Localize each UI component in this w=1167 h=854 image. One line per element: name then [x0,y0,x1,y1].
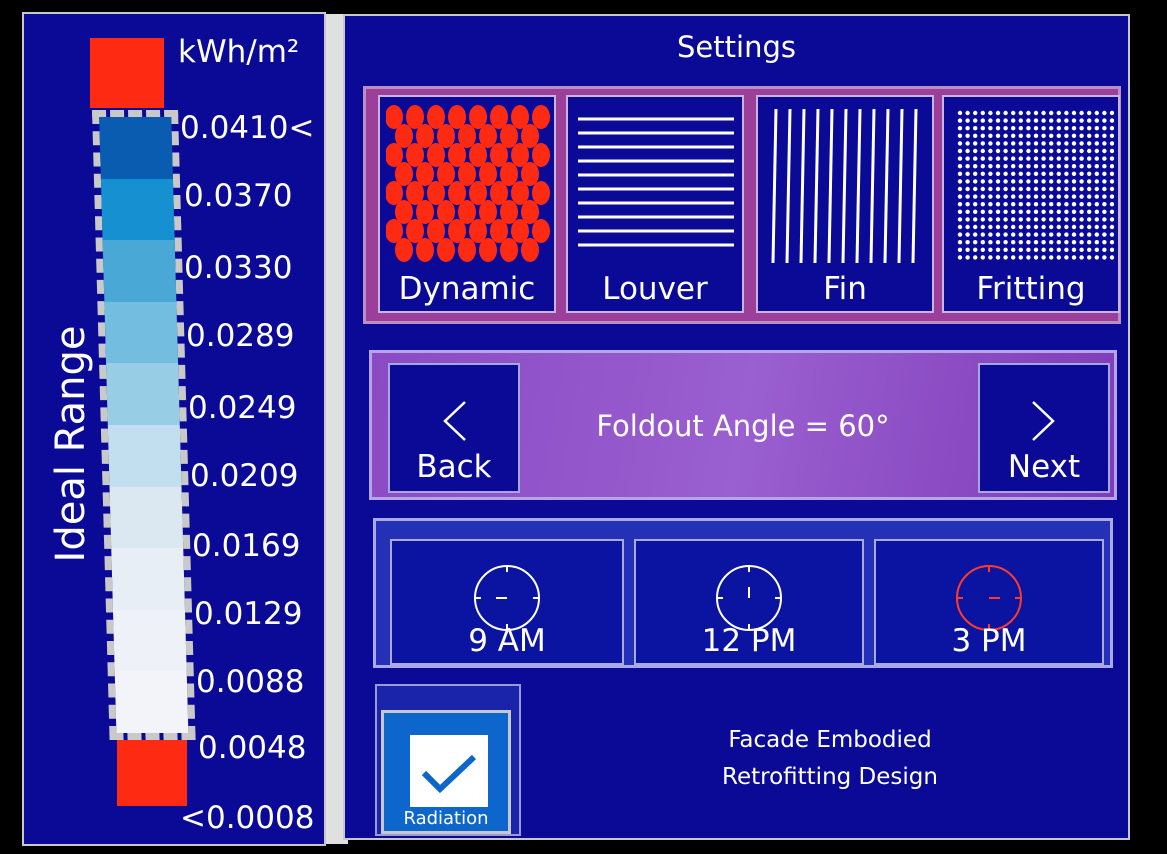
fritting-pattern-icon [957,110,1114,260]
time-3pm-label: 3 PM [951,623,1027,659]
legend-tick-label: 0.0249 [188,390,297,426]
dynamic-label: Dynamic [398,271,536,307]
caption-line-1: Facade Embodied [728,727,932,753]
legend-tick-label: 0.0209 [190,458,299,494]
foldout-angle-bar: Back Foldout Angle = 60° Next [369,350,1117,500]
time-of-day-bar: 9 AM 12 PM 3 PM [373,518,1113,668]
ideal-range-label: Ideal Range [48,325,94,563]
time-12pm-button[interactable]: 12 PM [634,539,864,665]
fritting-label: Fritting [976,271,1086,307]
louver-button[interactable]: Louver [566,95,744,313]
legend-swatch [114,671,189,733]
legend-tick-label: 0.0129 [194,596,303,632]
legend-tick-label: 0.0370 [184,178,293,214]
radiation-label: Radiation [403,808,489,829]
radiation-toggle[interactable]: Radiation [381,710,511,834]
ideal-range-scale [92,110,196,740]
fin-pattern-icon [771,108,918,263]
legend-tick-label: 0.0289 [186,318,295,354]
fritting-button[interactable]: Fritting [942,95,1120,313]
legend-swatch [109,486,184,549]
radiation-checkbox[interactable] [410,735,488,807]
legend-tick-label: <0.0008 [180,800,315,836]
caption-line-2: Retrofitting Design [722,764,938,790]
facade-type-bar: Dynamic Louver Fin Fritting [363,86,1121,324]
legend-swatch [112,609,187,672]
under-range-swatch [117,740,187,806]
louver-label: Louver [602,271,708,307]
legend-swatch [106,363,180,425]
legend-swatch [104,301,179,364]
legend-swatch [99,117,173,179]
time-3pm-button[interactable]: 3 PM [874,539,1104,665]
legend-tick-label: 0.0048 [198,730,307,766]
legend-tick-label: 0.0410< [180,110,315,146]
time-9am-button[interactable]: 9 AM [390,539,624,665]
dynamic-button[interactable]: Dynamic [378,95,556,313]
settings-title: Settings [677,30,796,64]
legend-tick-label: 0.0088 [196,664,305,700]
next-button[interactable]: Next [978,363,1110,493]
legend-swatch [102,240,177,302]
radiation-toggle-stack: Radiation [375,684,521,836]
time-12pm-label: 12 PM [701,623,797,659]
legend-tick-label: 0.0169 [192,528,301,564]
fin-label: Fin [823,271,867,307]
dynamic-pattern-icon [386,105,550,262]
time-9am-label: 9 AM [468,623,546,659]
over-range-swatch [90,38,164,108]
fin-button[interactable]: Fin [756,95,934,313]
checkmark-icon [421,754,477,794]
back-label: Back [416,449,492,485]
radiation-legend-panel: kWh/m² Ideal Range 0.0410< 0.0370 0.0330 0.… [22,12,348,846]
louver-pattern-icon [578,117,734,247]
legend-swatch [111,548,185,610]
legend-tick-label: 0.0330 [184,250,293,286]
legend-swatch [107,424,182,487]
chevron-right-icon [1032,401,1055,441]
settings-panel: Settings Dynamic Louver Fin Fritting Bac… [343,14,1130,840]
legend-swatch [100,178,175,241]
app-caption: Facade Embodied Retrofitting Design [715,722,945,796]
next-label: Next [1007,449,1081,485]
legend-unit: kWh/m² [178,34,300,70]
